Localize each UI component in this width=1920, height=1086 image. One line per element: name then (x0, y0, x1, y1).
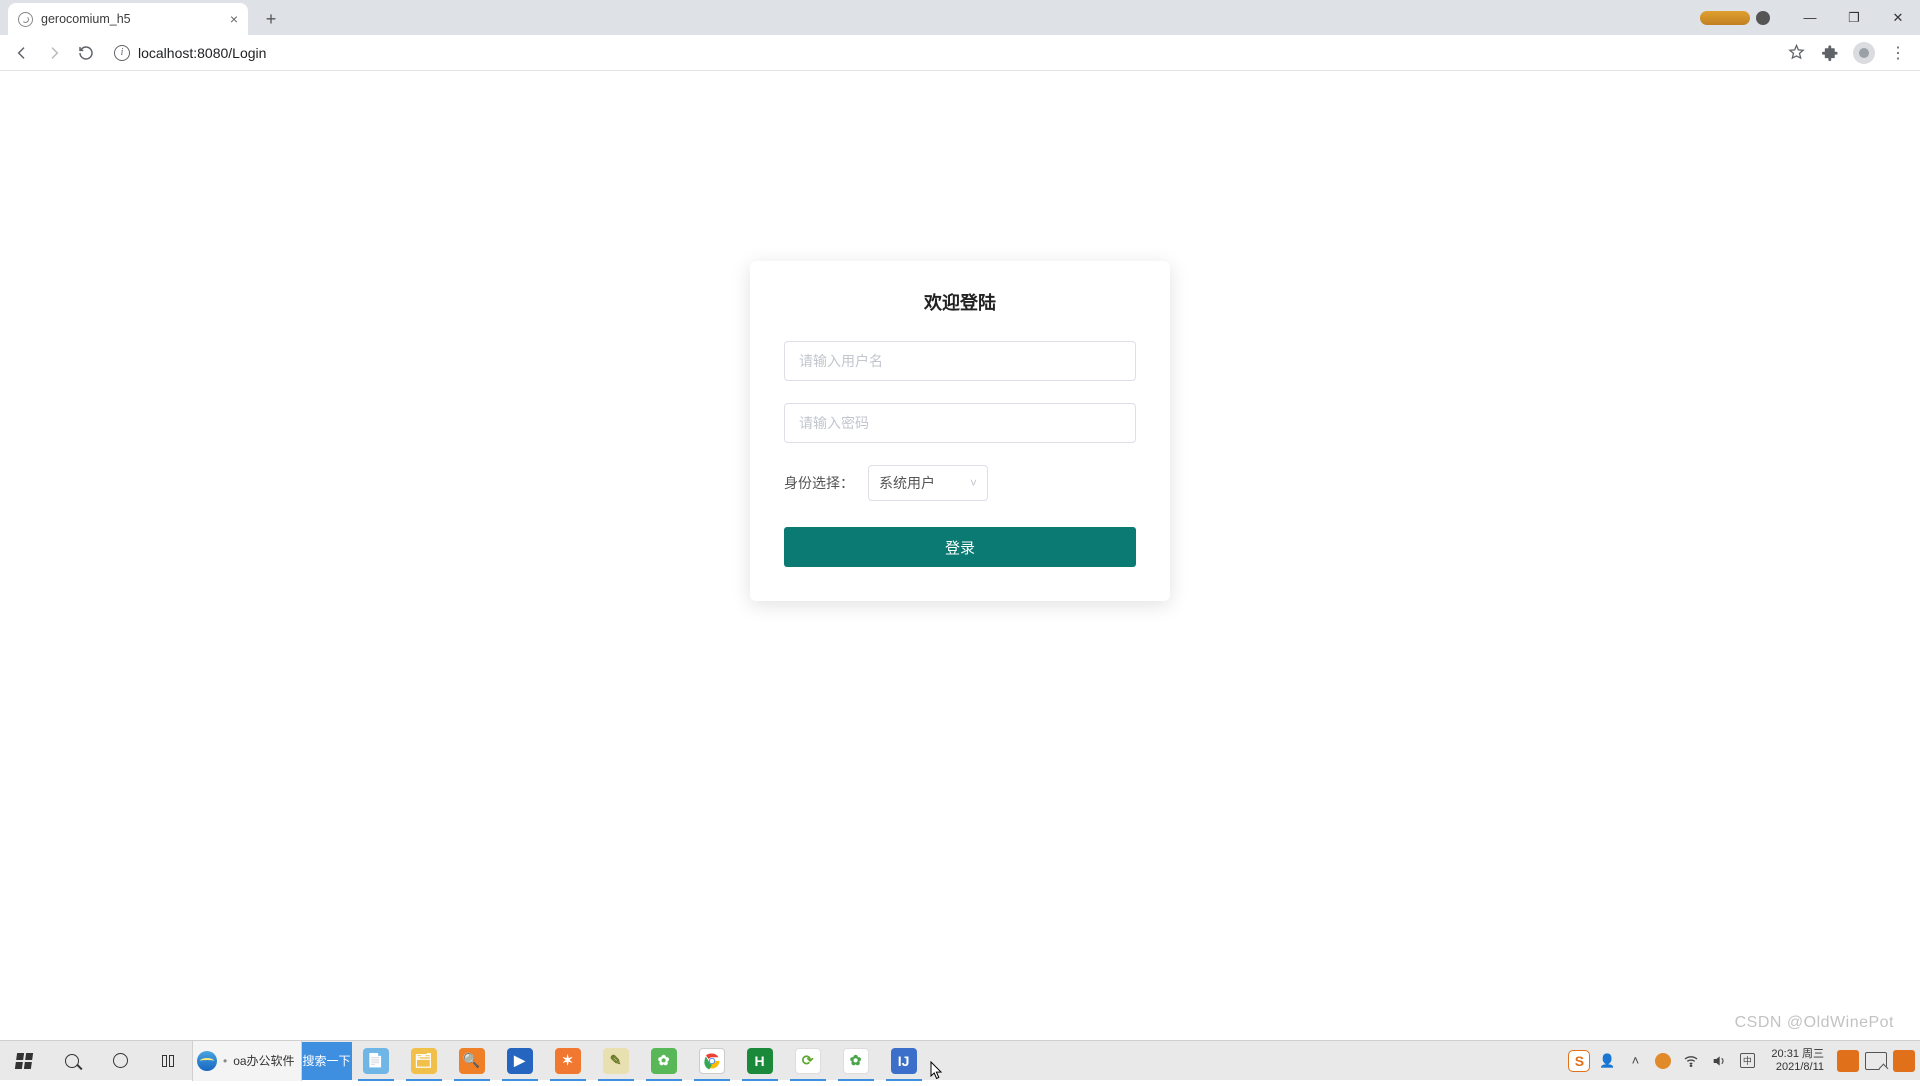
taskbar: • oa办公软件 搜索一下 📄 🗂 🔍 ▶ ✶ ✎ ✿ H ⟳ ✿ IJ S 👤 (0, 1040, 1920, 1080)
browser-window: gerocomium_h5 × + — ❐ ✕ i localhost:8080… (0, 0, 1920, 1080)
role-select[interactable]: 系统用户 ˅ (868, 465, 988, 501)
clock-date: 2021/8/11 (1771, 1061, 1824, 1074)
new-tab-button[interactable]: + (258, 6, 284, 32)
tray-sogou-icon[interactable]: S (1567, 1041, 1591, 1081)
url-box[interactable]: i localhost:8080/Login (104, 39, 1770, 67)
ie-search-text: oa办公软件 (233, 1052, 294, 1069)
window-close-button[interactable]: ✕ (1876, 0, 1920, 35)
window-controls: — ❐ ✕ (1700, 0, 1920, 35)
ie-search-bar[interactable]: • oa办公软件 (192, 1041, 302, 1081)
extension-dot-icon[interactable] (1756, 11, 1770, 25)
ie-logo-icon (197, 1051, 217, 1071)
taskbar-app-everything[interactable]: 🔍 (448, 1041, 496, 1081)
clock-day: 周三 (1802, 1048, 1824, 1060)
login-card: 欢迎登陆 身份选择： 系统用户 ˅ 登录 (750, 261, 1170, 601)
role-row: 身份选择： 系统用户 ˅ (784, 465, 1136, 501)
taskbar-tray: S 👤 ˄ 中 20:31 周三 2021/8/11 (1567, 1041, 1920, 1081)
nav-reload-button[interactable] (72, 39, 100, 67)
ie-separator: • (223, 1054, 227, 1068)
extension-pill[interactable] (1700, 11, 1750, 25)
password-input[interactable] (784, 403, 1136, 443)
login-button[interactable]: 登录 (784, 527, 1136, 567)
taskbar-app-chrome[interactable] (688, 1041, 736, 1081)
tray-people-icon[interactable]: 👤 (1595, 1041, 1619, 1081)
nav-forward-button[interactable] (40, 39, 68, 67)
taskbar-app-notepad[interactable]: 📄 (352, 1041, 400, 1081)
tab-title: gerocomium_h5 (41, 12, 131, 26)
ie-search-button[interactable]: 搜索一下 (302, 1042, 352, 1080)
taskbar-app-xshell[interactable]: ✶ (544, 1041, 592, 1081)
taskview-icon (162, 1055, 174, 1067)
tray-volume-icon[interactable] (1707, 1041, 1731, 1081)
tray-chevron-up-icon[interactable]: ˄ (1623, 1041, 1647, 1081)
tray-wifi-icon[interactable] (1679, 1041, 1703, 1081)
taskbar-app-todesk[interactable]: ▶ (496, 1041, 544, 1081)
site-info-icon[interactable]: i (114, 45, 130, 61)
favicon-icon (18, 12, 33, 27)
login-title: 欢迎登陆 (784, 289, 1136, 315)
tray-notifications-icon[interactable] (1864, 1041, 1888, 1081)
tray-box2-icon[interactable] (1892, 1041, 1916, 1081)
extensions-icon[interactable] (1816, 39, 1844, 67)
url-text: localhost:8080/Login (138, 45, 266, 61)
cortana-button[interactable] (96, 1041, 144, 1081)
chevron-down-icon: ˅ (970, 476, 977, 490)
taskbar-app-wechat2[interactable]: ✿ (832, 1041, 880, 1081)
tray-orange-icon[interactable] (1651, 1041, 1675, 1081)
username-input[interactable] (784, 341, 1136, 381)
taskbar-app-idea[interactable]: IJ (880, 1041, 928, 1081)
tray-ime-icon[interactable]: 中 (1735, 1041, 1759, 1081)
taskbar-app-editor[interactable]: ✎ (592, 1041, 640, 1081)
tab-strip: gerocomium_h5 × + — ❐ ✕ (0, 0, 1920, 35)
taskbar-search-button[interactable] (48, 1041, 96, 1081)
tab-close-icon[interactable]: × (230, 11, 238, 27)
browser-menu-icon[interactable]: ⋮ (1884, 39, 1912, 67)
taskbar-app-spring[interactable]: ⟳ (784, 1041, 832, 1081)
search-icon (65, 1054, 79, 1068)
taskbar-app-hbuilder[interactable]: H (736, 1041, 784, 1081)
clock-time: 20:31 (1771, 1048, 1799, 1060)
page-viewport: 欢迎登陆 身份选择： 系统用户 ˅ 登录 CSDN @OldWinePot (0, 71, 1920, 1040)
nav-back-button[interactable] (8, 39, 36, 67)
taskbar-app-explorer[interactable]: 🗂 (400, 1041, 448, 1081)
bookmark-star-icon[interactable] (1782, 39, 1810, 67)
tray-box1-icon[interactable] (1836, 1041, 1860, 1081)
cortana-icon (113, 1053, 128, 1068)
role-label: 身份选择： (784, 473, 854, 493)
browser-tab[interactable]: gerocomium_h5 × (8, 3, 248, 35)
taskbar-app-wechat1[interactable]: ✿ (640, 1041, 688, 1081)
window-maximize-button[interactable]: ❐ (1832, 0, 1876, 35)
window-minimize-button[interactable]: — (1788, 0, 1832, 35)
address-bar: i localhost:8080/Login ⋮ (0, 35, 1920, 71)
taskview-button[interactable] (144, 1041, 192, 1081)
profile-avatar[interactable] (1850, 39, 1878, 67)
role-select-value: 系统用户 (879, 473, 935, 493)
start-button[interactable] (0, 1041, 48, 1081)
windows-logo-icon (15, 1053, 33, 1069)
taskbar-clock[interactable]: 20:31 周三 2021/8/11 (1763, 1048, 1832, 1074)
taskbar-apps: 📄 🗂 🔍 ▶ ✶ ✎ ✿ H ⟳ ✿ IJ (352, 1041, 928, 1081)
watermark-text: CSDN @OldWinePot (1735, 1014, 1894, 1032)
